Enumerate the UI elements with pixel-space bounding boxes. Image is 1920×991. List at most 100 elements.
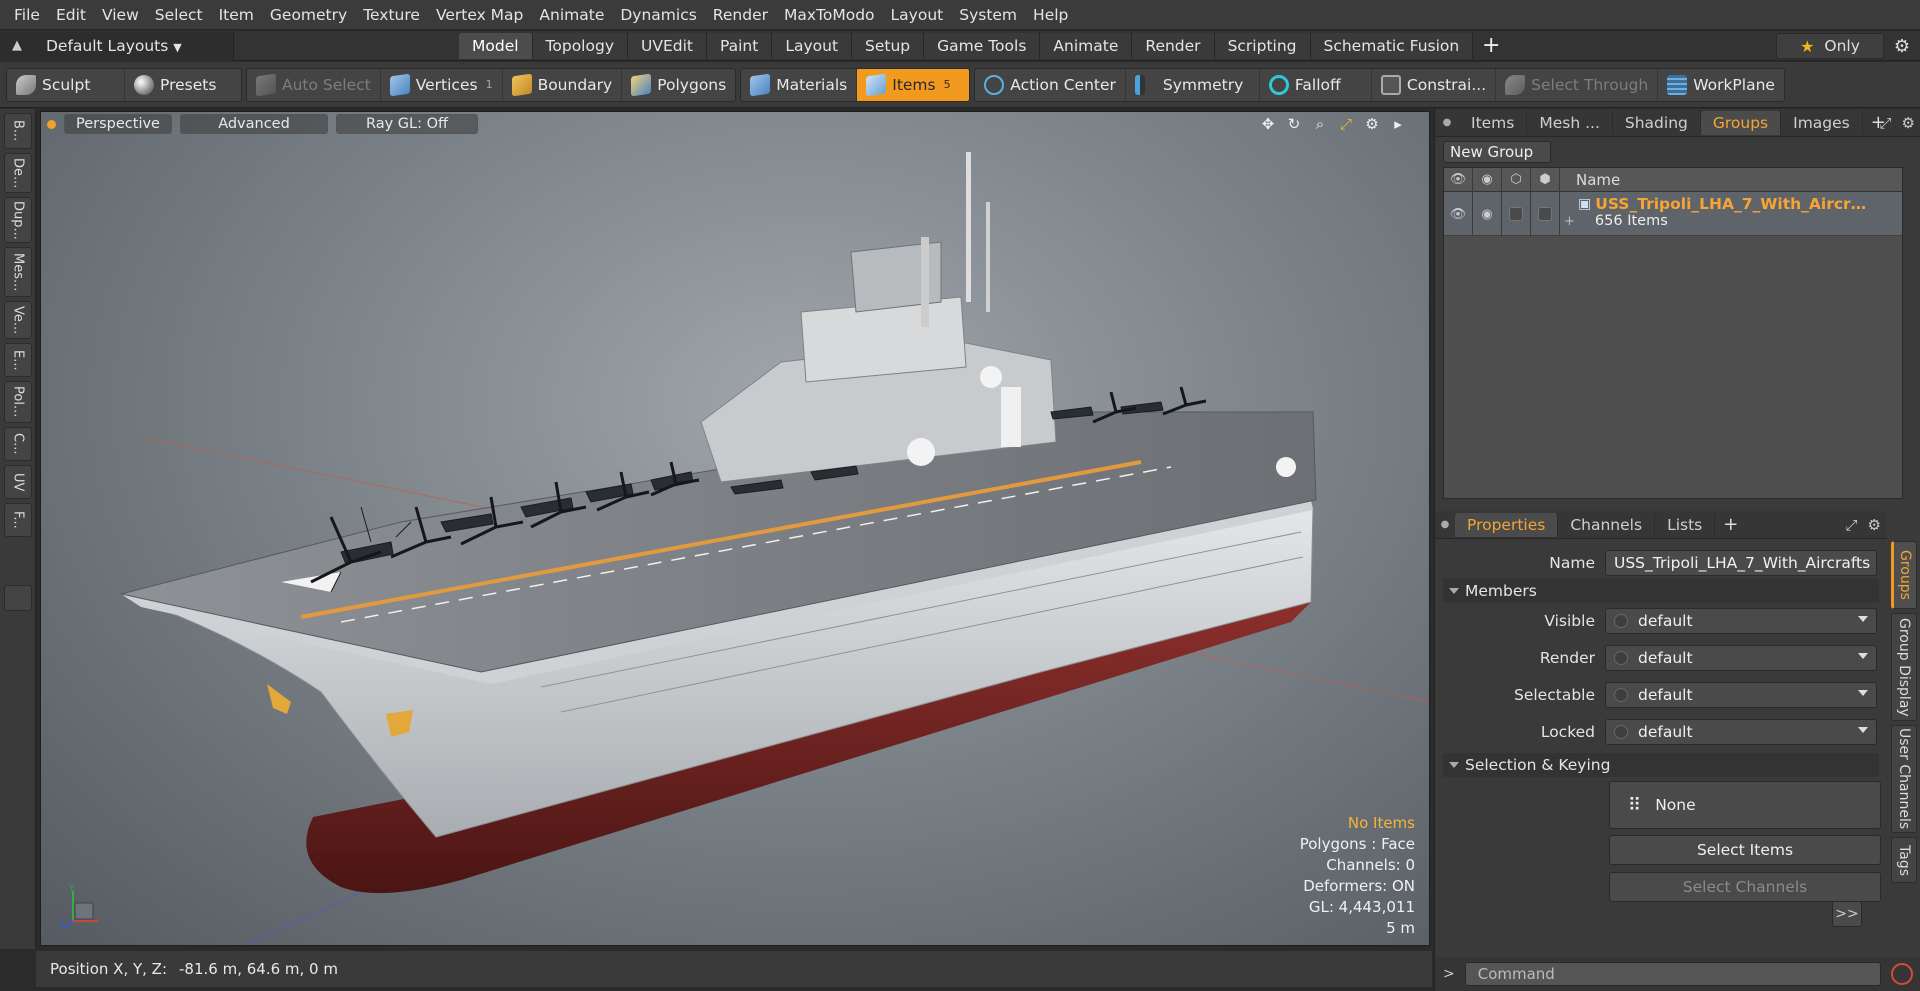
left-tab-duplicate[interactable]: Dup... [4, 197, 32, 243]
row-lock-toggle[interactable] [1531, 192, 1560, 236]
tab-mesh[interactable]: Mesh ... [1527, 110, 1613, 135]
more-button[interactable]: >> [1832, 901, 1862, 927]
select-through-button[interactable]: Select Through [1496, 68, 1659, 101]
render-column-icon[interactable]: ◉ [1473, 167, 1502, 192]
none-button[interactable]: ⠿ None [1609, 781, 1881, 829]
tab-scripting[interactable]: Scripting [1214, 32, 1311, 59]
new-group-button[interactable]: New Group [1443, 141, 1551, 163]
menu-texture[interactable]: Texture [355, 6, 428, 24]
locked-select[interactable]: default [1605, 719, 1877, 745]
pan-icon[interactable]: ✥ [1259, 115, 1277, 133]
viewport-expand-icon[interactable]: ▸ [1389, 115, 1407, 133]
record-icon[interactable] [1890, 963, 1913, 985]
tab-channels[interactable]: Channels [1558, 512, 1656, 537]
raygl-button[interactable]: Ray GL: Off [336, 114, 478, 134]
left-tab-mesh[interactable]: Mes... [4, 247, 32, 297]
render-select[interactable]: default [1605, 645, 1877, 671]
tab-render[interactable]: Render [1132, 32, 1215, 59]
tab-setup[interactable]: Setup [852, 32, 925, 59]
menu-file[interactable]: File [6, 6, 48, 24]
tab-layout[interactable]: Layout [772, 32, 853, 59]
vertices-button[interactable]: Vertices 1 [381, 68, 503, 101]
only-button[interactable]: ★ Only [1776, 33, 1884, 59]
menu-vertex-map[interactable]: Vertex Map [428, 6, 531, 24]
selection-keying-section[interactable]: Selection & Keying [1443, 753, 1879, 777]
command-input[interactable]: Command [1464, 962, 1881, 986]
boundary-button[interactable]: Boundary [503, 68, 623, 101]
locked-radio[interactable] [1614, 725, 1628, 739]
row-select-toggle[interactable] [1502, 192, 1531, 236]
left-tab-deform[interactable]: De... [4, 153, 32, 193]
menu-dynamics[interactable]: Dynamics [612, 6, 704, 24]
side-tab-group-display[interactable]: Group Display [1891, 613, 1917, 721]
lock-column-icon[interactable]: ⬢ [1531, 167, 1560, 192]
viewport-gear-icon[interactable]: ⚙ [1363, 115, 1381, 133]
add-tab-icon[interactable]: + [1473, 31, 1509, 61]
visible-column-icon[interactable]: 👁 [1444, 167, 1473, 192]
tab-game-tools[interactable]: Game Tools [924, 32, 1041, 59]
row-visible-icon[interactable]: 👁 [1444, 192, 1473, 236]
props-gear-icon[interactable]: ⚙ [1868, 516, 1881, 534]
expand-icon[interactable]: ⤢ [1880, 114, 1892, 132]
tab-shading[interactable]: Shading [1613, 110, 1701, 135]
name-column-header[interactable]: Name [1560, 171, 1620, 189]
add-props-tab-icon[interactable]: + [1715, 514, 1746, 535]
workplane-button[interactable]: WorkPlane [1658, 69, 1784, 101]
presets-button[interactable]: Presets [125, 69, 241, 101]
menu-render[interactable]: Render [705, 6, 776, 24]
tab-items[interactable]: Items [1459, 110, 1528, 135]
menu-geometry[interactable]: Geometry [262, 6, 355, 24]
constraints-button[interactable]: Constrai... [1372, 68, 1497, 101]
symmetry-button[interactable]: Symmetry [1126, 68, 1260, 101]
viewport-menu-dot[interactable] [47, 119, 56, 129]
tab-images[interactable]: Images [1781, 110, 1863, 135]
menu-select[interactable]: Select [147, 6, 211, 24]
side-tab-tags[interactable]: Tags [1891, 837, 1917, 883]
left-tab-vertex[interactable]: Ve... [4, 301, 32, 339]
gear-icon[interactable]: ⚙ [1888, 34, 1916, 58]
sculpt-button[interactable]: Sculpt [7, 68, 125, 101]
name-field[interactable]: USS_Tripoli_LHA_7_With_Aircrafts (3) [1605, 550, 1877, 576]
members-section[interactable]: Members [1443, 579, 1879, 603]
select-channels-button[interactable]: Select Channels [1609, 872, 1881, 902]
tab-schematic-fusion[interactable]: Schematic Fusion [1310, 32, 1474, 59]
left-tab-basic[interactable]: B... [4, 113, 32, 149]
tab-lists[interactable]: Lists [1655, 512, 1716, 537]
selectable-select[interactable]: default [1605, 682, 1877, 708]
tab-properties[interactable]: Properties [1455, 512, 1559, 537]
select-column-icon[interactable]: ⬡ [1502, 167, 1531, 192]
render-radio[interactable] [1614, 651, 1628, 665]
visible-radio[interactable] [1614, 614, 1628, 628]
row-render-icon[interactable]: ◉ [1473, 192, 1502, 236]
tab-topology[interactable]: Topology [532, 32, 628, 59]
menu-maxtomodo[interactable]: MaxToModo [776, 6, 883, 24]
visible-select[interactable]: default [1605, 608, 1877, 634]
tab-groups[interactable]: Groups [1700, 110, 1782, 135]
tab-model[interactable]: Model [459, 32, 533, 59]
side-tab-user-channels[interactable]: User Channels [1891, 725, 1917, 833]
tab-uvedit[interactable]: UVEdit [628, 32, 707, 59]
auto-select-button[interactable]: Auto Select [247, 68, 381, 101]
fit-icon[interactable]: ⤢ [1337, 115, 1355, 133]
polygons-button[interactable]: Polygons [622, 69, 735, 101]
left-tab-fusion[interactable]: F... [4, 503, 32, 537]
menu-system[interactable]: System [951, 6, 1025, 24]
left-tab-extra[interactable] [4, 585, 32, 611]
props-expand-icon[interactable]: ⤢ [1846, 516, 1858, 534]
zoom-icon[interactable]: ⌕ [1311, 115, 1329, 133]
menu-layout[interactable]: Layout [883, 6, 952, 24]
select-items-button[interactable]: Select Items [1609, 835, 1881, 865]
3d-viewport[interactable]: Perspective Advanced Ray GL: Off ✥ ↻ ⌕ ⤢… [40, 111, 1430, 946]
rotate-icon[interactable]: ↻ [1285, 115, 1303, 133]
menu-help[interactable]: Help [1025, 6, 1076, 24]
shading-mode-button[interactable]: Advanced [180, 114, 328, 134]
menu-edit[interactable]: Edit [48, 6, 94, 24]
tab-animate[interactable]: Animate [1040, 32, 1133, 59]
left-tab-curve[interactable]: C... [4, 427, 32, 461]
menu-animate[interactable]: Animate [531, 6, 612, 24]
view-mode-button[interactable]: Perspective [64, 114, 172, 134]
left-tab-edge[interactable]: E... [4, 343, 32, 377]
tab-paint[interactable]: Paint [706, 32, 773, 59]
expand-plus-icon[interactable]: + [1564, 214, 1575, 229]
left-tab-uv[interactable]: UV [4, 465, 32, 499]
